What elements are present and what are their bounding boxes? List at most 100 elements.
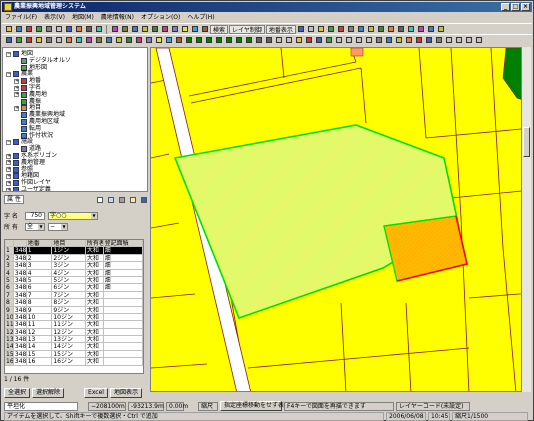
export-icon[interactable] [200,25,209,34]
select-all-button[interactable]: 全選択 [4,388,31,398]
layer-control-button[interactable]: レイヤ制御 [229,24,265,34]
draw-tool-24-icon[interactable] [234,36,243,45]
map-scrollbar[interactable] [521,47,531,392]
draw-tool-44-icon[interactable] [434,36,443,45]
select-icon[interactable] [120,25,129,34]
measure-icon[interactable] [140,25,149,34]
table-row[interactable]: 2 348 2 2ジン 大和畑 [5,254,143,263]
draw-tool-14-icon[interactable] [134,36,143,45]
tool-11-icon[interactable] [397,25,406,34]
layer-icon[interactable] [150,25,159,34]
draw-tool-5-icon[interactable] [44,36,53,45]
draw-tool-41-icon[interactable] [404,36,413,45]
excel-button[interactable]: Excel [84,388,108,398]
tool-13-icon[interactable] [417,25,426,34]
draw-tool-26-icon[interactable] [254,36,263,45]
grid-header-cell[interactable]: 地番 [26,240,53,248]
draw-tool-40-icon[interactable] [394,36,403,45]
table-row[interactable]: 1 348 1 1ジン 大和畑 [5,247,143,255]
scroll-thumb[interactable] [523,127,530,157]
menu-farmland[interactable]: 農地情報(N) [101,13,134,22]
chevron-down-icon[interactable]: ▼ [91,212,97,219]
table-row[interactable]: 14 348 14 14ジン 大和 [5,343,143,351]
aza-code-field[interactable]: 750 [25,211,45,220]
draw-tool-23-icon[interactable] [224,36,233,45]
pan-icon[interactable] [110,25,119,34]
menu-help[interactable]: ヘルプ(H) [187,13,214,22]
map-display-button[interactable]: 地図表示 [109,388,142,398]
owner-select-2[interactable]: − ▼ [48,222,68,231]
grid-icon[interactable] [190,25,199,34]
draw-tool-45-icon[interactable] [444,36,453,45]
clear-selection-button[interactable]: 選択解除 [32,388,65,398]
tool-14-icon[interactable] [427,25,436,34]
draw-tool-30-icon[interactable] [294,36,303,45]
chevron-down-icon[interactable]: ▼ [38,223,44,230]
undo-icon[interactable] [64,25,73,34]
search-icon[interactable] [160,25,169,34]
tool-3-icon[interactable] [317,25,326,34]
expand-toggle-icon[interactable]: + [6,153,11,159]
draw-tool-3-icon[interactable] [24,36,33,45]
draw-tool-11-icon[interactable] [104,36,113,45]
expand-toggle-icon[interactable]: + [6,173,11,179]
draw-tool-4-icon[interactable] [34,36,43,45]
draw-tool-9-icon[interactable] [84,36,93,45]
grid-header-cell[interactable]: 登記面積 [103,240,143,248]
tree-node[interactable]: + ユーザ定義 [6,186,51,191]
draw-tool-1-icon[interactable] [4,36,13,45]
table-row[interactable]: 11 348 11 11ジン 大和 [5,321,143,329]
draw-tool-16-icon[interactable] [154,36,163,45]
grid-header-cell[interactable] [5,240,14,248]
chevron-down-icon[interactable]: ▼ [61,223,67,230]
draw-tool-47-icon[interactable] [464,36,473,45]
cut-icon[interactable] [34,25,43,34]
draw-tool-7-icon[interactable] [64,36,73,45]
help-icon[interactable] [139,195,148,204]
attribute-tab[interactable]: 属 性 [4,195,24,204]
draw-tool-13-icon[interactable] [124,36,133,45]
tool-2-icon[interactable] [307,25,316,34]
draw-tool-35-icon[interactable] [344,36,353,45]
expand-toggle-icon[interactable]: + [6,160,11,166]
maximize-button[interactable]: □ [511,3,520,11]
copy-icon[interactable] [44,25,53,34]
lot-display-button[interactable]: 地番表示 [265,24,296,34]
refresh-icon[interactable] [170,25,179,34]
tool-1-icon[interactable] [297,25,306,34]
draw-tool-39-icon[interactable] [384,36,393,45]
expand-toggle-icon[interactable]: + [14,92,19,98]
table-row[interactable]: 8 348 8 8ジン 大和 [5,299,143,307]
tool-6-icon[interactable] [347,25,356,34]
draw-tool-38-icon[interactable] [374,36,383,45]
table-row[interactable]: 6 348 6 6ジン 大和畑 [5,284,143,292]
menu-options[interactable]: オプション(O) [141,13,180,22]
table-row[interactable]: 10 348 10 10ジン 大和 [5,313,143,322]
save-icon[interactable] [14,25,23,34]
draw-tool-43-icon[interactable] [424,36,433,45]
table-row[interactable]: 16 348 16 16ジン 大和 [5,358,143,366]
draw-tool-10-icon[interactable] [94,36,103,45]
tool-12-icon[interactable] [407,25,416,34]
tool-4-icon[interactable] [327,25,336,34]
expand-toggle-icon[interactable]: − [6,51,11,57]
draw-tool-12-icon[interactable] [114,36,123,45]
map-view[interactable] [150,47,531,392]
aza-select[interactable]: 字○○ ▼ [48,211,98,220]
expand-toggle-icon[interactable]: + [14,78,19,84]
draw-tool-42-icon[interactable] [414,36,423,45]
draw-tool-46-icon[interactable] [454,36,463,45]
zoom-in-icon[interactable] [84,25,93,34]
draw-tool-37-icon[interactable] [364,36,373,45]
draw-tool-19-icon[interactable] [184,36,193,45]
draw-tool-18-icon[interactable] [174,36,183,45]
owner-select[interactable]: 全 ▼ [25,222,45,231]
draw-tool-6-icon[interactable] [54,36,63,45]
tool-8-icon[interactable] [367,25,376,34]
draw-tool-33-icon[interactable] [324,36,333,45]
table-row[interactable]: 12 348 12 12ジン 大和 [5,328,143,337]
table-row[interactable]: 13 348 13 13ジン 大和 [5,336,143,344]
expand-toggle-icon[interactable]: − [6,71,11,77]
draw-tool-31-icon[interactable] [304,36,313,45]
draw-tool-8-icon[interactable] [74,36,83,45]
